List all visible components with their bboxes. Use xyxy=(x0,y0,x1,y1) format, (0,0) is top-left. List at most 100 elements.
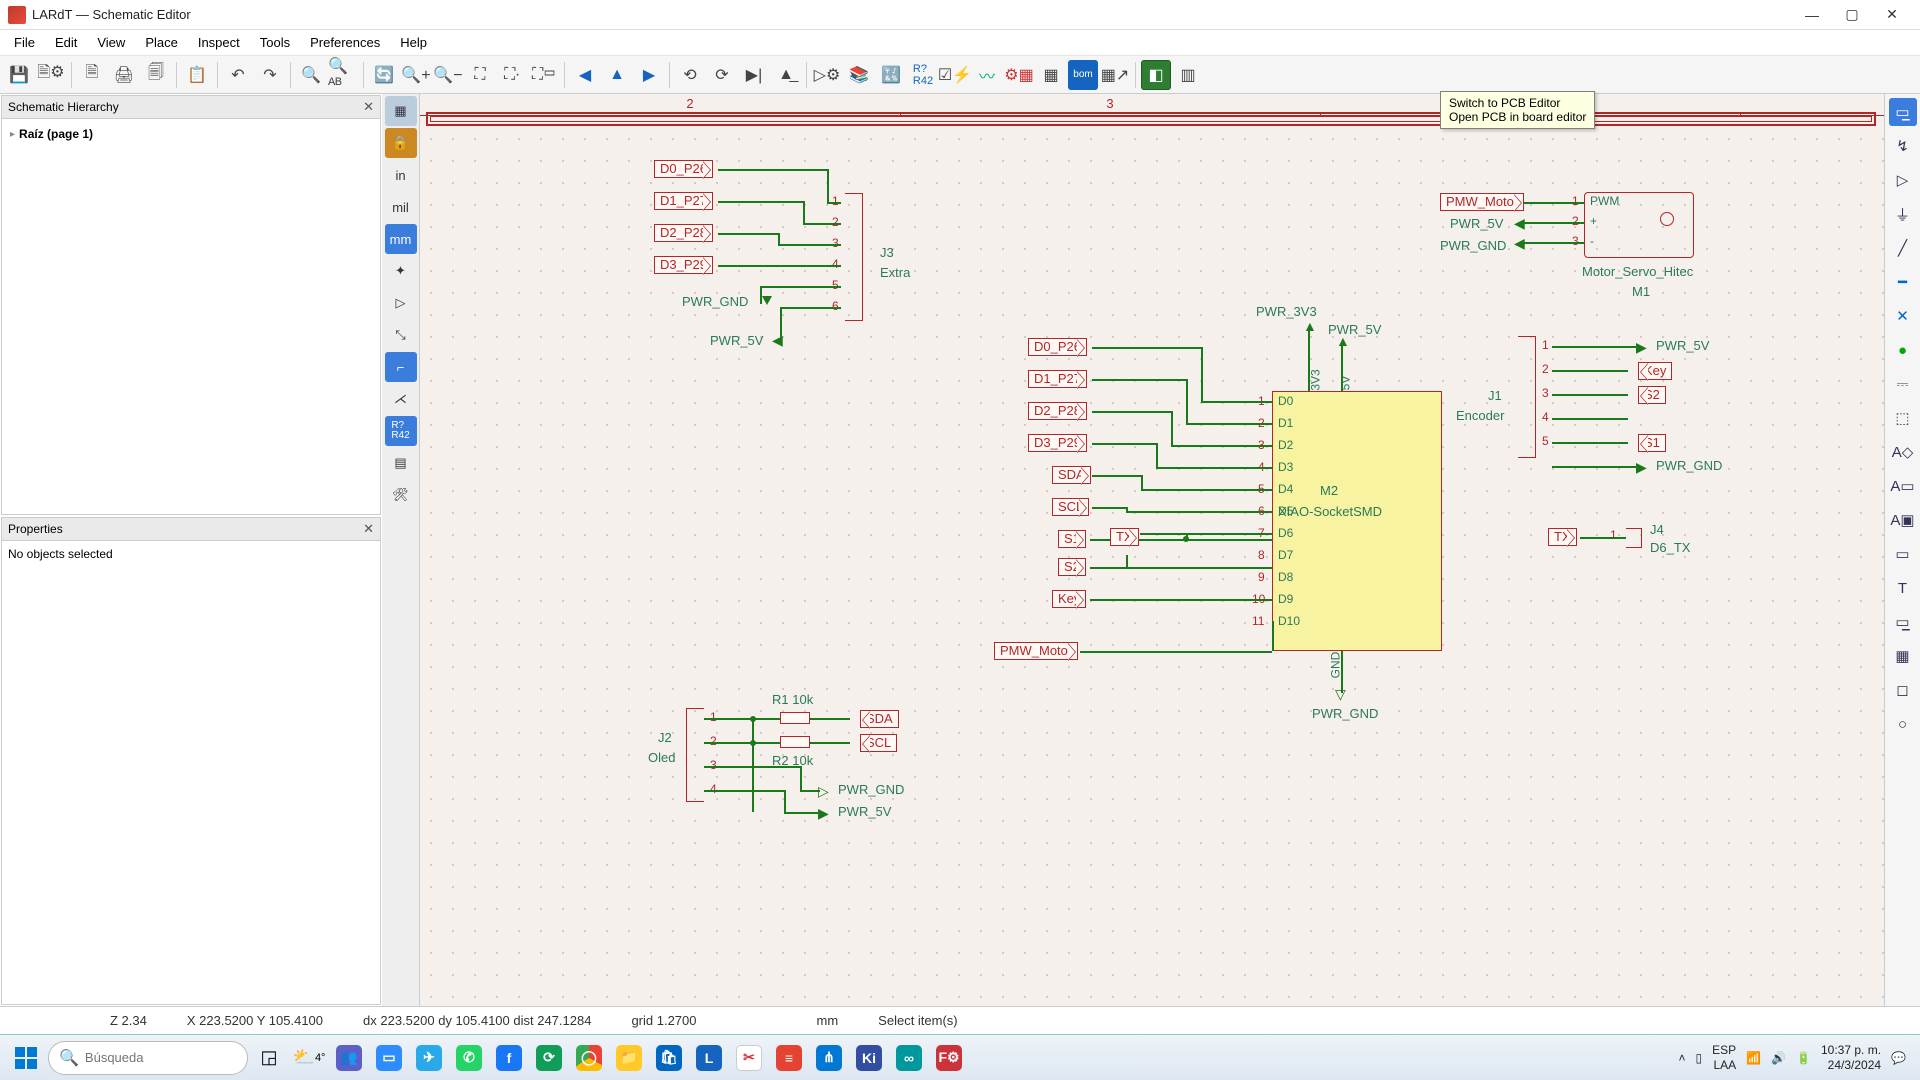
annotate-toggle-icon[interactable]: R?R42 xyxy=(385,416,417,446)
table-icon[interactable]: ▦ xyxy=(1889,642,1917,670)
app-telegram[interactable]: ✈ xyxy=(410,1039,448,1077)
app-explorer[interactable]: 📁 xyxy=(610,1039,648,1077)
zoom-refresh-icon[interactable]: 🔄 xyxy=(369,60,399,90)
undo-icon[interactable]: ↶ xyxy=(223,60,253,90)
netlabel[interactable]: D2_P28 xyxy=(654,224,713,242)
app-whatsapp[interactable]: ✆ xyxy=(450,1039,488,1077)
sim-icon[interactable]: 〰 xyxy=(972,60,1002,90)
netlabel[interactable]: PMW_Motor xyxy=(994,642,1078,660)
nav-up-icon[interactable]: ▲ xyxy=(602,60,632,90)
netlabel[interactable]: D0_P26 xyxy=(1028,338,1087,356)
netlabel[interactable]: S1 xyxy=(1058,530,1086,548)
close-button[interactable]: ✕ xyxy=(1872,1,1912,29)
tray-chevron-icon[interactable]: ˄ xyxy=(1679,1051,1686,1065)
netlabel[interactable]: D2_P28 xyxy=(1028,402,1087,420)
tray-language[interactable]: ESPLAA xyxy=(1712,1043,1736,1072)
zoom-objects-icon[interactable]: ⛶∙ xyxy=(497,60,527,90)
netlabel[interactable]: Key xyxy=(1052,590,1086,608)
find-icon[interactable]: 🔍 xyxy=(296,60,326,90)
netlabel[interactable]: SDA xyxy=(1052,466,1091,484)
label-local-icon[interactable]: ⎓ xyxy=(1889,370,1917,398)
nav-back-icon[interactable]: ◀ xyxy=(570,60,600,90)
footprint-assign-icon[interactable]: 🔣 xyxy=(876,60,906,90)
menu-tools[interactable]: Tools xyxy=(250,32,300,53)
app-kicad[interactable]: Ki xyxy=(850,1039,888,1077)
weather-widget[interactable]: ⛅4° xyxy=(290,1039,328,1077)
task-view-icon[interactable]: ◲ xyxy=(250,1039,288,1077)
lines-mode-icon[interactable]: ⌐ xyxy=(385,352,417,382)
tray-onedrive-icon[interactable]: ▯ xyxy=(1696,1051,1703,1065)
zoom-in-icon[interactable]: 🔍+ xyxy=(401,60,431,90)
pcb-view-icon[interactable]: ▥ xyxy=(1173,60,1203,90)
app-snip[interactable]: ✂ xyxy=(730,1039,768,1077)
netlabel[interactable]: TX xyxy=(1548,528,1577,546)
notifications-icon[interactable]: 💬 xyxy=(1891,1051,1906,1065)
label-global-icon[interactable]: A◇ xyxy=(1889,438,1917,466)
junction-icon[interactable]: ● xyxy=(1889,336,1917,364)
menu-view[interactable]: View xyxy=(87,32,135,53)
app-chrome[interactable]: ◯ xyxy=(570,1039,608,1077)
paste-icon[interactable]: 📋 xyxy=(182,60,212,90)
grid-toggle-icon[interactable]: ▦ xyxy=(385,96,417,126)
netlabel[interactable]: D3_P29 xyxy=(654,256,713,274)
sheet-settings-icon[interactable]: 🗎⚙ xyxy=(36,60,66,90)
part-r2[interactable] xyxy=(780,736,810,748)
page-icon[interactable]: 🗎 xyxy=(77,60,107,90)
part-m2[interactable] xyxy=(1272,391,1442,651)
bom-export-icon[interactable]: bom xyxy=(1068,60,1098,90)
netlabel[interactable]: D0_P26 xyxy=(654,160,713,178)
open-pcb-button[interactable]: ◧ xyxy=(1141,60,1171,90)
system-tray[interactable]: ˄ ▯ ESPLAA 📶 🔊 🔋 10:37 p. m.24/3/2024 💬 xyxy=(1679,1043,1915,1072)
properties-close-icon[interactable]: ✕ xyxy=(363,521,374,537)
menu-file[interactable]: File xyxy=(4,32,45,53)
netlabel[interactable]: SCL xyxy=(860,734,897,752)
bom-table-icon[interactable]: ▦ xyxy=(1036,60,1066,90)
minimize-button[interactable]: — xyxy=(1792,1,1832,29)
search-input[interactable] xyxy=(85,1050,215,1065)
zoom-selection-icon[interactable]: ⛶▭ xyxy=(529,60,559,90)
find-replace-icon[interactable]: 🔍ᴬᴮ xyxy=(328,60,358,90)
app-edge-sync[interactable]: ⟳ xyxy=(530,1039,568,1077)
label-hier-icon[interactable]: A▭ xyxy=(1889,472,1917,500)
net-class-icon[interactable]: ⬚ xyxy=(1889,404,1917,432)
erc-icon[interactable]: ☑⚡ xyxy=(940,60,970,90)
add-symbol-icon[interactable]: ▷ xyxy=(1889,166,1917,194)
part-j3[interactable] xyxy=(845,193,863,321)
netlabel[interactable]: D1_P27 xyxy=(1028,370,1087,388)
lines-free-icon[interactable]: ⋌ xyxy=(385,384,417,414)
volume-icon[interactable]: 🔊 xyxy=(1771,1051,1786,1065)
app-arduino[interactable]: ∞ xyxy=(890,1039,928,1077)
netlabel[interactable]: D3_P29 xyxy=(1028,434,1087,452)
highlight-net-icon[interactable]: ↯ xyxy=(1889,132,1917,160)
netlabel[interactable]: SCL xyxy=(1052,498,1089,516)
symbol-browser-icon[interactable]: 📚 xyxy=(844,60,874,90)
app-todoist[interactable]: ≡ xyxy=(770,1039,808,1077)
netlabel[interactable]: S2 xyxy=(1638,386,1666,404)
textbox-icon[interactable]: ▭̲ xyxy=(1889,608,1917,636)
unit-mm-button[interactable]: mm xyxy=(385,224,417,254)
rotate-cw-icon[interactable]: ⟳ xyxy=(707,60,737,90)
netlabel[interactable]: D1_P27 xyxy=(654,192,713,210)
unit-in-button[interactable]: in xyxy=(385,160,417,190)
app-store[interactable]: 🛍 xyxy=(650,1039,688,1077)
add-power-icon[interactable]: ⏚ xyxy=(1889,200,1917,228)
symbol-editor-icon[interactable]: ▷⚙ xyxy=(812,60,842,90)
taskbar-search[interactable]: 🔍 xyxy=(48,1041,248,1075)
start-button[interactable] xyxy=(6,1040,46,1076)
netlabel[interactable]: Key xyxy=(1638,362,1672,380)
hierarchy-close-icon[interactable]: ✕ xyxy=(363,99,374,115)
lock-icon[interactable]: 🔒 xyxy=(385,128,417,158)
zoom-fit-icon[interactable]: ⛶ xyxy=(465,60,495,90)
hidden-dir-icon[interactable]: ⤡ xyxy=(385,320,417,350)
part-r1[interactable] xyxy=(780,712,810,724)
app-zoom[interactable]: ▭ xyxy=(370,1039,408,1077)
netlabel[interactable]: S1 xyxy=(1638,434,1666,452)
tray-clock[interactable]: 10:37 p. m.24/3/2024 xyxy=(1821,1043,1881,1072)
app-facebook[interactable]: f xyxy=(490,1039,528,1077)
zoom-out-icon[interactable]: 🔍− xyxy=(433,60,463,90)
menu-place[interactable]: Place xyxy=(135,32,188,53)
select-tool-icon[interactable]: ▭̲ xyxy=(1889,98,1917,126)
app-l[interactable]: L xyxy=(690,1039,728,1077)
netlabel[interactable]: S2 xyxy=(1058,558,1086,576)
unit-mil-button[interactable]: mil xyxy=(385,192,417,222)
